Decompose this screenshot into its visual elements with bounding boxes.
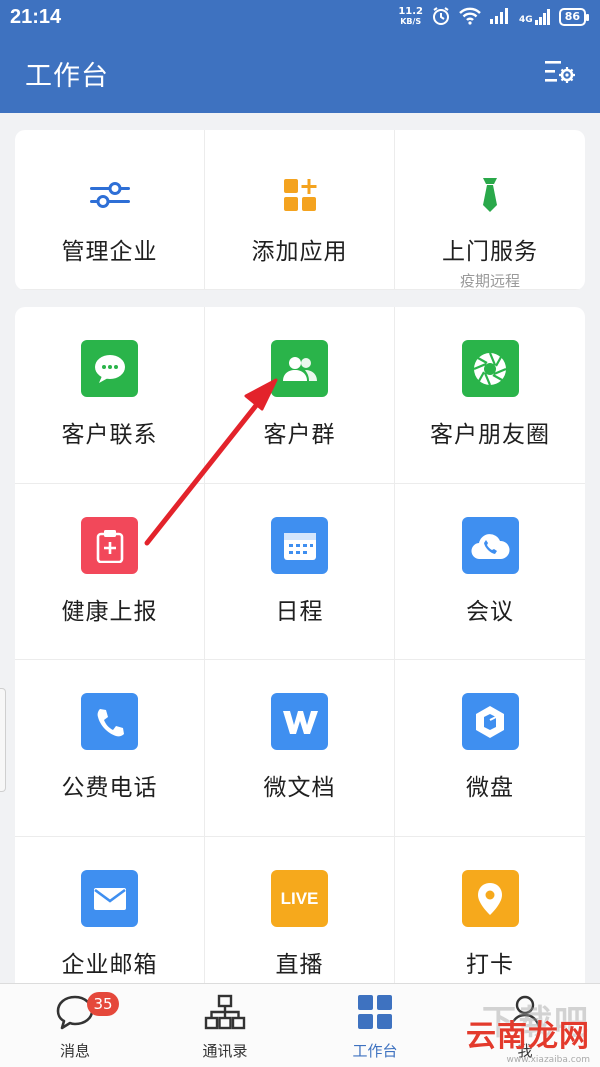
clipboard-plus-icon bbox=[81, 517, 138, 574]
app-customer-group[interactable]: 客户群 bbox=[205, 307, 395, 484]
app-label: 直播 bbox=[275, 952, 324, 978]
nav-label: 工作台 bbox=[352, 1042, 398, 1060]
people-group-icon bbox=[271, 340, 328, 397]
app-live[interactable]: LIVE 直播 bbox=[205, 837, 395, 1007]
grid-icon bbox=[357, 994, 393, 1034]
add-app-icon bbox=[271, 178, 328, 212]
apps-card: 客户联系 客户群 客户朋友圈 健康上报 日程 会议 公费电话 微文档 微盘 企业… bbox=[15, 307, 585, 1007]
signal-4g-icon: 4G bbox=[519, 9, 551, 25]
status-bar: 21:14 11.2 KB/S 4G 86 bbox=[0, 0, 600, 34]
add-app-button[interactable]: 添加应用 bbox=[205, 130, 395, 290]
app-label: 打卡 bbox=[466, 952, 514, 978]
app-label: 健康上报 bbox=[61, 599, 158, 625]
app-business-call[interactable]: 公费电话 bbox=[15, 660, 205, 837]
app-micro-doc[interactable]: 微文档 bbox=[205, 660, 395, 837]
calendar-icon bbox=[271, 517, 328, 574]
watermark-text: 云南龙网 bbox=[466, 1019, 590, 1054]
sliders-icon bbox=[81, 178, 138, 212]
app-label: 客户联系 bbox=[61, 422, 158, 448]
action-label: 管理企业 bbox=[61, 239, 158, 265]
settings-list-icon[interactable] bbox=[544, 58, 576, 90]
phone-icon bbox=[81, 693, 138, 750]
app-check-in[interactable]: 打卡 bbox=[395, 837, 585, 1007]
app-schedule[interactable]: 日程 bbox=[205, 484, 395, 660]
net-speed: 11.2 KB/S bbox=[398, 7, 423, 27]
org-chart-icon bbox=[203, 994, 247, 1034]
net-speed-value: 11.2 bbox=[398, 6, 424, 17]
unread-badge: 35 bbox=[87, 992, 119, 1016]
app-meeting[interactable]: 会议 bbox=[395, 484, 585, 660]
page-title: 工作台 bbox=[25, 61, 109, 92]
onsite-service-button[interactable]: 上门服务 疫期远程 bbox=[395, 130, 585, 290]
app-customer-moments[interactable]: 客户朋友圈 bbox=[395, 307, 585, 484]
app-health-report[interactable]: 健康上报 bbox=[15, 484, 205, 660]
edge-handle[interactable] bbox=[0, 688, 6, 792]
quick-actions-card: 管理企业 添加应用 上门服务 疫期远程 bbox=[15, 130, 585, 290]
w-doc-icon bbox=[271, 693, 328, 750]
watermark: 下载吧 云南龙网 www.xiazaiba.com bbox=[440, 995, 590, 1065]
nav-label: 通讯录 bbox=[202, 1042, 248, 1060]
location-pin-icon bbox=[461, 870, 519, 927]
battery-indicator: 86 bbox=[558, 8, 590, 26]
signal-4g-label: 4G bbox=[519, 15, 533, 25]
nav-label: 消息 bbox=[59, 1042, 90, 1060]
app-label: 客户朋友圈 bbox=[430, 422, 550, 448]
manage-enterprise-button[interactable]: 管理企业 bbox=[15, 130, 205, 290]
alarm-icon bbox=[431, 6, 451, 29]
app-micro-drive[interactable]: 微盘 bbox=[395, 660, 585, 837]
cube-drive-icon bbox=[461, 693, 519, 750]
status-icons: 11.2 KB/S 4G 86 bbox=[398, 6, 590, 29]
app-label: 微文档 bbox=[263, 775, 336, 801]
status-time: 21:14 bbox=[10, 5, 62, 28]
wifi-icon bbox=[459, 7, 481, 28]
nav-workbench[interactable]: 工作台 bbox=[300, 984, 450, 1067]
net-speed-unit: KB/S bbox=[400, 17, 422, 26]
live-icon: LIVE bbox=[271, 870, 328, 927]
action-sublabel: 疫期远程 bbox=[459, 272, 520, 290]
app-header: 工作台 bbox=[0, 34, 600, 113]
app-customer-contact[interactable]: 客户联系 bbox=[15, 307, 205, 484]
nav-contacts[interactable]: 通讯录 bbox=[150, 984, 300, 1067]
action-label: 上门服务 bbox=[442, 239, 538, 265]
app-label: 公费电话 bbox=[61, 775, 158, 801]
app-label: 客户群 bbox=[263, 422, 336, 448]
tie-icon bbox=[462, 178, 519, 212]
app-label: 日程 bbox=[275, 599, 324, 625]
signal-icon bbox=[489, 7, 511, 27]
app-label: 会议 bbox=[466, 599, 514, 625]
action-label: 添加应用 bbox=[251, 239, 348, 265]
app-enterprise-mail[interactable]: 企业邮箱 bbox=[15, 837, 205, 1007]
mail-icon bbox=[81, 870, 138, 927]
watermark-url: www.xiazaiba.com bbox=[506, 1055, 590, 1065]
live-icon-text: LIVE bbox=[280, 888, 319, 908]
cloud-phone-icon bbox=[461, 517, 519, 574]
chat-bubble-icon bbox=[81, 340, 138, 397]
aperture-icon bbox=[461, 340, 519, 397]
app-label: 微盘 bbox=[466, 775, 514, 801]
app-label: 企业邮箱 bbox=[61, 952, 158, 978]
nav-messages[interactable]: 35 消息 bbox=[0, 984, 150, 1067]
